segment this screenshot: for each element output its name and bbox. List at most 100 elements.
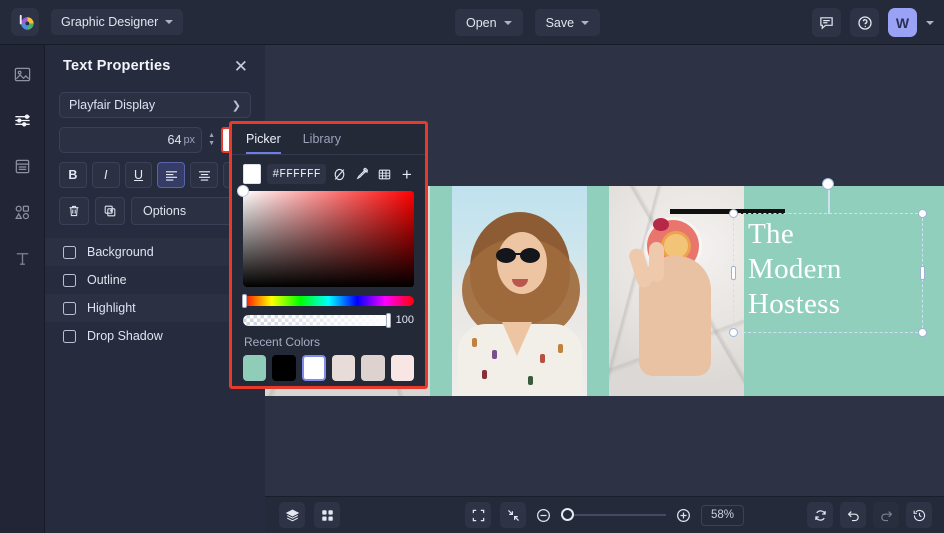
artboard-gap [587, 186, 609, 396]
italic-button[interactable]: I [92, 162, 120, 188]
refresh-button[interactable] [807, 502, 833, 528]
delete-button[interactable] [59, 197, 89, 225]
font-size-input[interactable]: 64 px [59, 127, 202, 153]
font-size-unit: px [183, 134, 195, 146]
sidebar-item-images[interactable] [9, 61, 35, 87]
photo-portrait[interactable] [452, 186, 587, 396]
zoom-slider-handle[interactable] [561, 508, 574, 521]
checkbox-icon[interactable] [63, 274, 76, 287]
recent-colors-row [243, 355, 414, 381]
add-icon[interactable]: + [399, 165, 415, 183]
recent-color-3[interactable] [332, 355, 355, 381]
recent-color-5[interactable] [391, 355, 414, 381]
tab-picker-label: Picker [246, 132, 281, 146]
rotate-stem [828, 186, 830, 214]
panel-header: Text Properties ✕ [45, 45, 265, 87]
avatar-initial: W [896, 15, 909, 31]
font-size-row: 64 px ▲ ▼ [59, 127, 251, 153]
saturation-value-area[interactable] [243, 191, 414, 287]
font-family-row: Playfair Display ❯ [59, 92, 251, 118]
photo-cocktail[interactable] [609, 186, 744, 396]
zoom-in-button[interactable] [675, 507, 692, 524]
artboard-gap [430, 186, 452, 396]
fit-screen-button[interactable] [465, 502, 491, 528]
hex-input[interactable]: #FFFFFF [267, 164, 325, 184]
zoom-slider[interactable] [561, 514, 666, 516]
zoom-out-button[interactable] [535, 507, 552, 524]
sidebar-item-shapes[interactable] [9, 199, 35, 225]
open-button[interactable]: Open [455, 9, 523, 36]
duplicate-button[interactable] [95, 197, 125, 225]
layers-button[interactable] [279, 502, 305, 528]
alpha-value: 100 [396, 314, 414, 326]
grid-button[interactable] [314, 502, 340, 528]
tab-library[interactable]: Library [303, 132, 341, 154]
resize-handle-bottom-right[interactable] [918, 328, 927, 337]
undo-button[interactable] [840, 502, 866, 528]
palette-grid-icon[interactable] [376, 165, 392, 183]
redo-button[interactable] [873, 502, 899, 528]
resize-handle-top-right[interactable] [918, 209, 927, 218]
sidebar-item-adjustments[interactable] [9, 107, 35, 133]
rotate-handle[interactable] [822, 178, 834, 190]
stepper-down-icon: ▼ [208, 141, 215, 147]
hue-handle[interactable] [242, 294, 247, 308]
font-size-stepper[interactable]: ▲ ▼ [208, 133, 215, 147]
alpha-slider[interactable] [243, 315, 390, 326]
close-icon[interactable]: ✕ [234, 58, 248, 75]
stepper-up-icon: ▲ [208, 133, 215, 139]
left-rail [0, 45, 45, 533]
recent-color-2[interactable] [302, 355, 326, 381]
checkbox-icon[interactable] [63, 302, 76, 315]
sidebar-item-pages[interactable] [9, 153, 35, 179]
avatar[interactable]: W [888, 8, 917, 37]
underline-button[interactable]: U [125, 162, 153, 188]
history-button[interactable] [906, 502, 932, 528]
hex-value: #FFFFFF [272, 168, 320, 181]
help-button[interactable] [850, 8, 879, 37]
bold-button[interactable]: B [59, 162, 87, 188]
recent-color-4[interactable] [361, 355, 384, 381]
page-title: Text Properties [63, 58, 171, 74]
comment-button[interactable] [812, 8, 841, 37]
zoom-level-value: 58% [711, 509, 734, 521]
color-picker-popover[interactable]: Picker Library #FFFFFF + [229, 121, 428, 389]
cocktail-berry [653, 218, 669, 231]
eyedropper-icon[interactable] [354, 165, 370, 183]
align-left-button[interactable] [157, 162, 185, 188]
alpha-handle[interactable] [386, 313, 391, 328]
resize-handle-bottom-left[interactable] [729, 328, 738, 337]
save-button[interactable]: Save [535, 9, 601, 36]
italic-label: I [104, 168, 107, 182]
checkbox-icon[interactable] [63, 330, 76, 343]
selection-box[interactable] [733, 213, 923, 333]
chevron-right-icon: ❯ [232, 99, 241, 112]
recent-color-0[interactable] [243, 355, 266, 381]
zoom-level[interactable]: 58% [701, 505, 744, 526]
cocktail-finger [649, 242, 664, 282]
resize-handle-middle-right[interactable] [920, 266, 925, 280]
resize-handle-top-left[interactable] [729, 209, 738, 218]
no-color-icon[interactable] [332, 165, 348, 183]
color-picker-tabs: Picker Library [232, 124, 425, 155]
document-name-label: Graphic Designer [61, 15, 158, 29]
collapse-button[interactable] [500, 502, 526, 528]
app-root: Graphic Designer Open Save [0, 0, 944, 533]
document-name-dropdown[interactable]: Graphic Designer [51, 9, 183, 35]
action-buttons-row: Options [59, 197, 251, 225]
align-center-button[interactable] [190, 162, 218, 188]
app-logo[interactable] [11, 8, 39, 36]
resize-handle-middle-left[interactable] [731, 266, 736, 280]
sv-handle[interactable] [237, 185, 249, 197]
recent-color-1[interactable] [272, 355, 295, 381]
chevron-down-icon [581, 21, 589, 25]
font-family-select[interactable]: Playfair Display ❯ [59, 92, 251, 118]
sidebar-item-text[interactable] [9, 245, 35, 271]
history-controls [807, 502, 932, 528]
chevron-down-icon[interactable] [926, 21, 934, 25]
checkbox-icon[interactable] [63, 246, 76, 259]
tab-picker[interactable]: Picker [246, 132, 281, 154]
hue-slider[interactable] [243, 296, 414, 306]
toggle-highlight-label: Highlight [87, 301, 136, 315]
current-color-swatch[interactable] [243, 164, 261, 184]
